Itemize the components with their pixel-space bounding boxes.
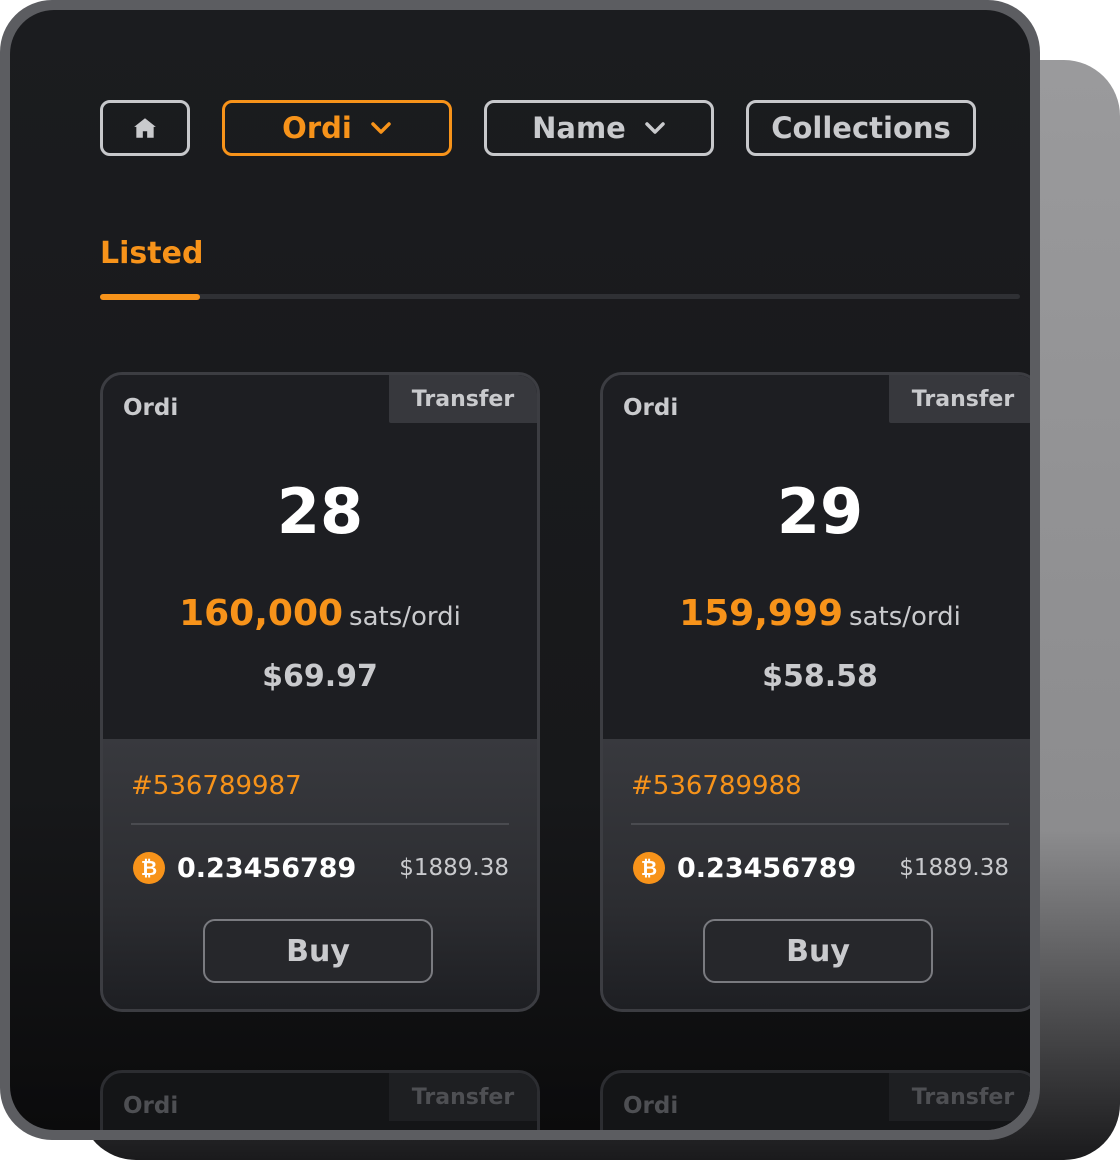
tab-listed[interactable]: Listed [100, 236, 203, 271]
unit-price-value: 159,999 [679, 593, 844, 634]
btc-amount: 0.23456789 [177, 852, 357, 884]
buy-button[interactable]: Buy [703, 919, 933, 983]
tab-track [100, 294, 1020, 299]
card-ticker: Ordi [623, 395, 679, 421]
transfer-badge: Transfer [889, 375, 1030, 423]
btc-total-row: ₿ 0.23456789 $1889.38 [633, 851, 1009, 885]
btc-usd-value: $1889.38 [399, 855, 509, 881]
device-frame: Ordi Name Collections Listed Ordi Transf… [0, 0, 1040, 1140]
collection-dropdown-label: Ordi [282, 111, 352, 145]
token-amount: 28 [276, 475, 364, 548]
sort-dropdown[interactable]: Name [484, 100, 714, 156]
listing-card-partial[interactable]: Ordi Transfer [600, 1070, 1030, 1130]
card-ticker: Ordi [123, 395, 179, 421]
card-ticker: Ordi [623, 1093, 679, 1119]
btc-amount: 0.23456789 [677, 852, 857, 884]
chevron-down-icon [645, 122, 665, 134]
transfer-badge: Transfer [389, 375, 537, 423]
btc-total-row: ₿ 0.23456789 $1889.38 [133, 851, 509, 885]
app-screen: Ordi Name Collections Listed Ordi Transf… [10, 10, 1030, 1130]
unit-price: 160,000 sats/ordi [103, 593, 537, 634]
collection-dropdown[interactable]: Ordi [222, 100, 452, 156]
card-ticker: Ordi [123, 1093, 179, 1119]
listing-card[interactable]: Ordi Transfer 29 159,999 sats/ordi $58.58… [600, 372, 1030, 1012]
card-divider [631, 823, 1009, 825]
collections-button[interactable]: Collections [746, 100, 976, 156]
collections-button-label: Collections [771, 111, 951, 145]
bitcoin-icon: ₿ [633, 852, 665, 884]
unit-price: 159,999 sats/ordi [603, 593, 1030, 634]
transfer-badge: Transfer [889, 1073, 1030, 1121]
transfer-badge: Transfer [389, 1073, 537, 1121]
card-divider [131, 823, 509, 825]
inscription-id[interactable]: #536789987 [131, 771, 302, 801]
home-button[interactable] [100, 100, 190, 156]
sort-dropdown-label: Name [532, 111, 626, 145]
tab-active-indicator [100, 294, 200, 300]
bitcoin-icon: ₿ [133, 852, 165, 884]
buy-button[interactable]: Buy [203, 919, 433, 983]
listing-card-partial[interactable]: Ordi Transfer [100, 1070, 540, 1130]
unit-price-value: 160,000 [179, 593, 344, 634]
token-amount: 29 [776, 475, 864, 548]
chevron-down-icon [371, 122, 391, 134]
inscription-id[interactable]: #536789988 [631, 771, 802, 801]
home-icon [134, 118, 156, 138]
btc-usd-value: $1889.38 [899, 855, 1009, 881]
usd-value: $69.97 [262, 659, 378, 694]
listing-card[interactable]: Ordi Transfer 28 160,000 sats/ordi $69.97… [100, 372, 540, 1012]
usd-value: $58.58 [762, 659, 878, 694]
unit-price-unit: sats/ordi [349, 602, 461, 632]
unit-price-unit: sats/ordi [849, 602, 961, 632]
